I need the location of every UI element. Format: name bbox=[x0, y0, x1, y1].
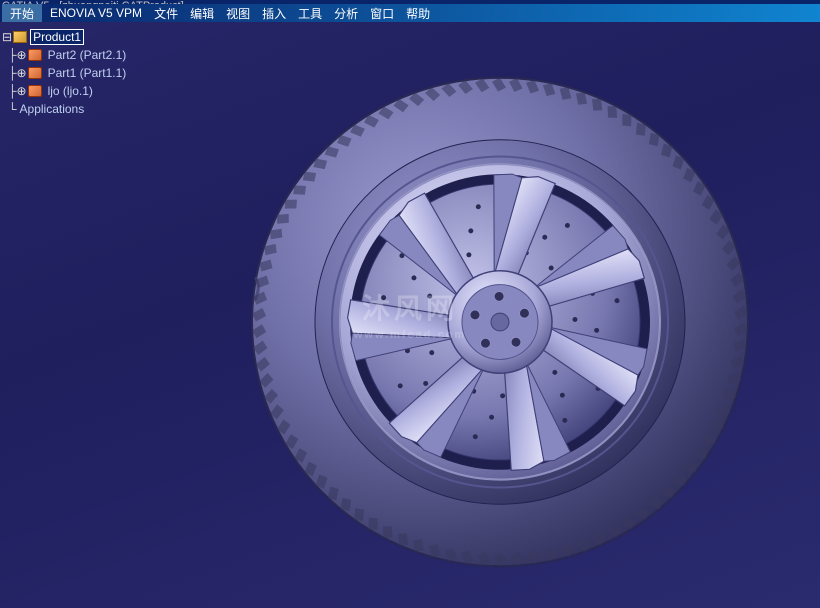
menu-tools[interactable]: 工具 bbox=[292, 4, 328, 23]
product-icon bbox=[12, 30, 28, 44]
menu-help[interactable]: 帮助 bbox=[400, 4, 436, 23]
tree-label: Part1 (Part1.1) bbox=[45, 65, 130, 81]
tree-item-part2[interactable]: ├⊕ Part2 (Part2.1) bbox=[8, 46, 129, 64]
menu-edit[interactable]: 编辑 bbox=[184, 4, 220, 23]
menu-analysis[interactable]: 分析 bbox=[328, 4, 364, 23]
part-icon bbox=[27, 66, 43, 80]
tree-branch-icon: ├⊕ bbox=[8, 84, 27, 98]
tree-branch-icon: ├⊕ bbox=[8, 48, 27, 62]
workspace: 沐风网 www.mfcad.com ⊟ Product1 ├⊕ Part2 (P… bbox=[0, 22, 820, 608]
menu-start[interactable]: 开始 bbox=[2, 4, 42, 23]
tree-root[interactable]: ⊟ Product1 bbox=[2, 28, 129, 46]
tree-item-applications[interactable]: └ Applications bbox=[8, 100, 129, 118]
tree-label: ljo (ljo.1) bbox=[45, 83, 96, 99]
tree-label: Applications bbox=[17, 101, 88, 117]
tree-label: Part2 (Part2.1) bbox=[45, 47, 130, 63]
menu-insert[interactable]: 插入 bbox=[256, 4, 292, 23]
tree-item-part1[interactable]: ├⊕ Part1 (Part1.1) bbox=[8, 64, 129, 82]
tree-branch-icon: ├⊕ bbox=[8, 66, 27, 80]
menu-window[interactable]: 窗口 bbox=[364, 4, 400, 23]
part-icon bbox=[27, 84, 43, 98]
tree-item-ljo[interactable]: ├⊕ ljo (ljo.1) bbox=[8, 82, 129, 100]
tree-end-icon: └ bbox=[8, 102, 17, 116]
spec-tree[interactable]: ⊟ Product1 ├⊕ Part2 (Part2.1) ├⊕ Part1 (… bbox=[2, 28, 129, 118]
tree-root-label: Product1 bbox=[30, 29, 84, 45]
menu-file[interactable]: 文件 bbox=[148, 4, 184, 23]
menu-enovia[interactable]: ENOVIA V5 VPM bbox=[44, 5, 148, 21]
part-icon bbox=[27, 48, 43, 62]
menu-view[interactable]: 视图 bbox=[220, 4, 256, 23]
tree-expand-icon[interactable]: ⊟ bbox=[2, 30, 12, 44]
menu-bar: 开始 ENOVIA V5 VPM 文件 编辑 视图 插入 工具 分析 窗口 帮助 bbox=[0, 4, 820, 22]
